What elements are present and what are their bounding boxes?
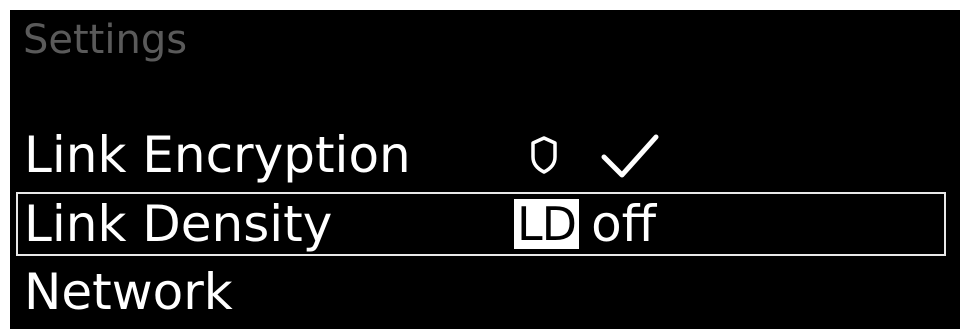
- device-screen: Settings Link Encryption Link Density LD…: [10, 10, 960, 329]
- ld-badge: LD: [514, 199, 580, 249]
- menu-item-network[interactable]: Network: [16, 260, 946, 324]
- link-density-value: off: [591, 195, 657, 253]
- link-encryption-status: [514, 123, 660, 187]
- link-density-status: LD off: [514, 192, 656, 256]
- menu-item-label: Link Encryption: [24, 126, 411, 184]
- page-title: Settings: [23, 17, 188, 63]
- menu-item-link-encryption[interactable]: Link Encryption: [16, 123, 946, 187]
- menu-item-label: Network: [24, 263, 233, 321]
- menu-item-link-density[interactable]: Link Density LD off: [16, 192, 946, 256]
- menu-item-label: Link Density: [24, 195, 333, 253]
- check-icon: [601, 134, 659, 178]
- shield-icon: [531, 136, 557, 174]
